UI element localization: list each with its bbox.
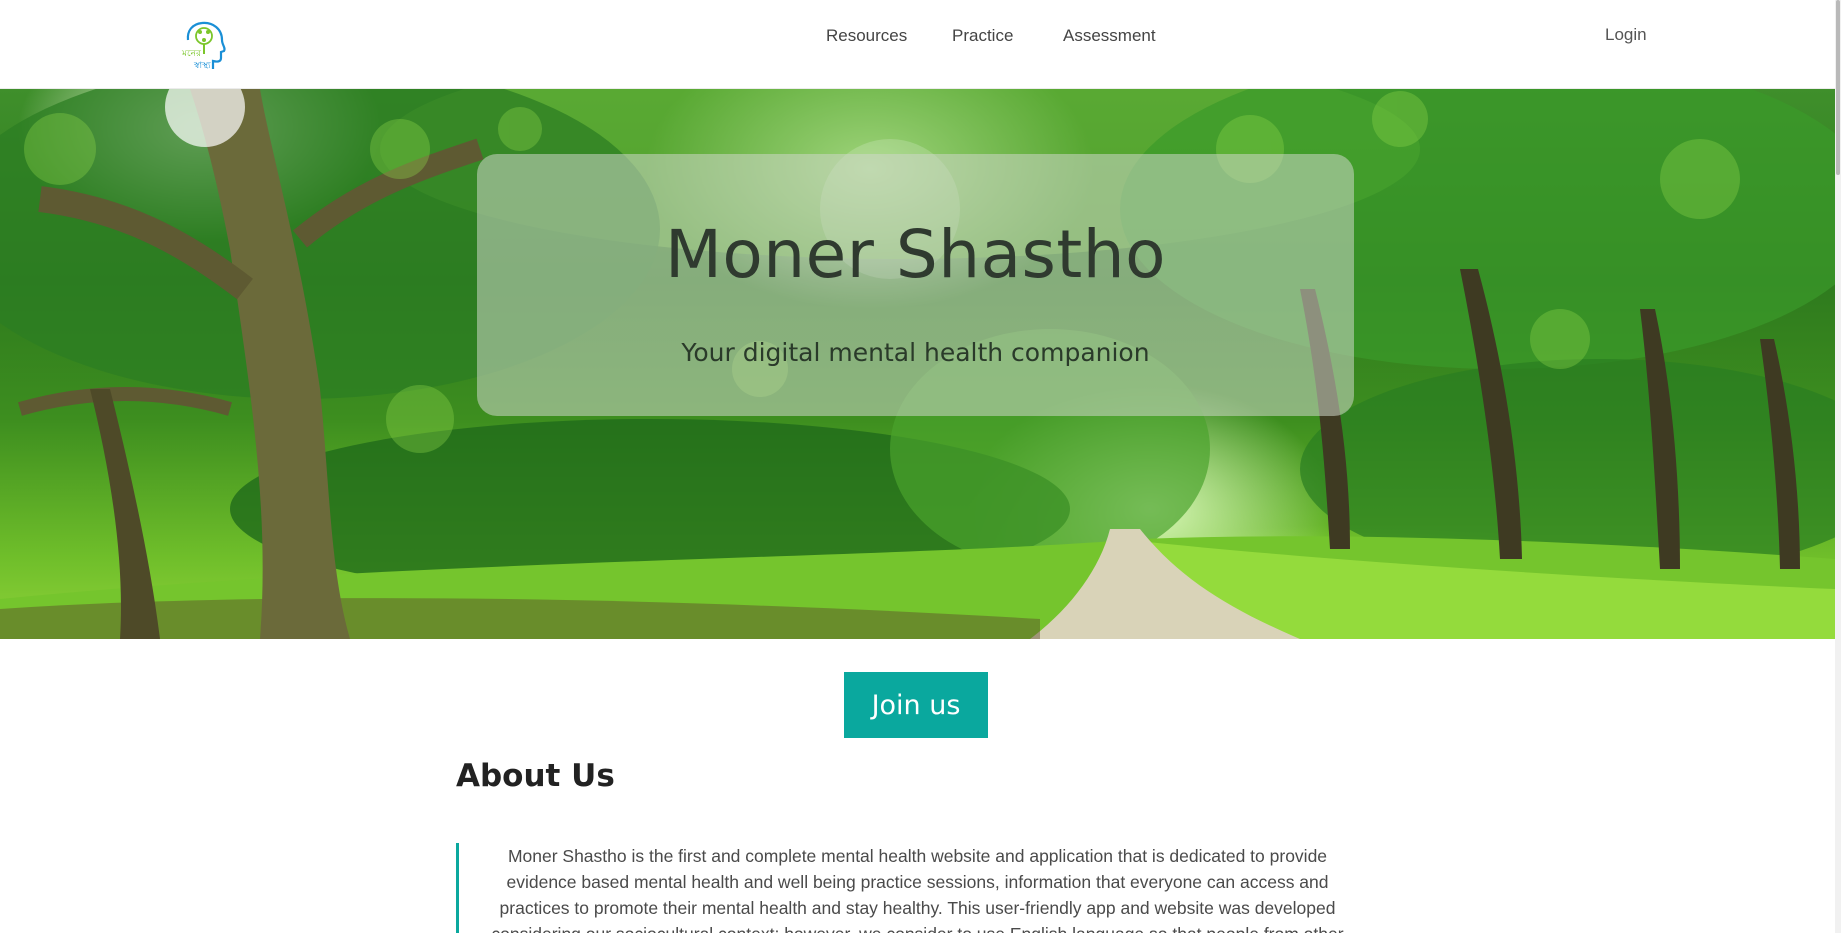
top-navbar: মনের স্বাস্থ্য Resources Practice Assess… [0, 0, 1835, 89]
nav-link-practice[interactable]: Practice [952, 26, 1052, 46]
hero-banner: Moner Shastho Your digital mental health… [0, 89, 1835, 639]
svg-text:স্বাস্থ্য: স্বাস্থ্য [193, 61, 211, 71]
nav-link-resources[interactable]: Resources [826, 26, 946, 46]
hero-title: Moner Shastho [664, 216, 1167, 293]
about-us-text: Moner Shastho is the first and complete … [491, 846, 1343, 933]
svg-text:মনের: মনের [181, 49, 202, 59]
join-us-button[interactable]: Join us [844, 672, 988, 738]
about-us-heading: About Us [456, 758, 615, 794]
page: মনের স্বাস্থ্য Resources Practice Assess… [0, 0, 1841, 933]
page-scrollbar[interactable] [1835, 0, 1841, 933]
login-link[interactable]: Login [1605, 25, 1647, 45]
hero-card: Moner Shastho Your digital mental health… [477, 154, 1354, 416]
brain-tree-logo-icon[interactable]: মনের স্বাস্থ্য [180, 20, 230, 72]
about-us-quote: Moner Shastho is the first and complete … [456, 843, 1356, 933]
scrollbar-thumb[interactable] [1836, 0, 1840, 175]
nav-link-assessment[interactable]: Assessment [1063, 26, 1183, 46]
hero-subtitle: Your digital mental health companion [681, 338, 1150, 367]
